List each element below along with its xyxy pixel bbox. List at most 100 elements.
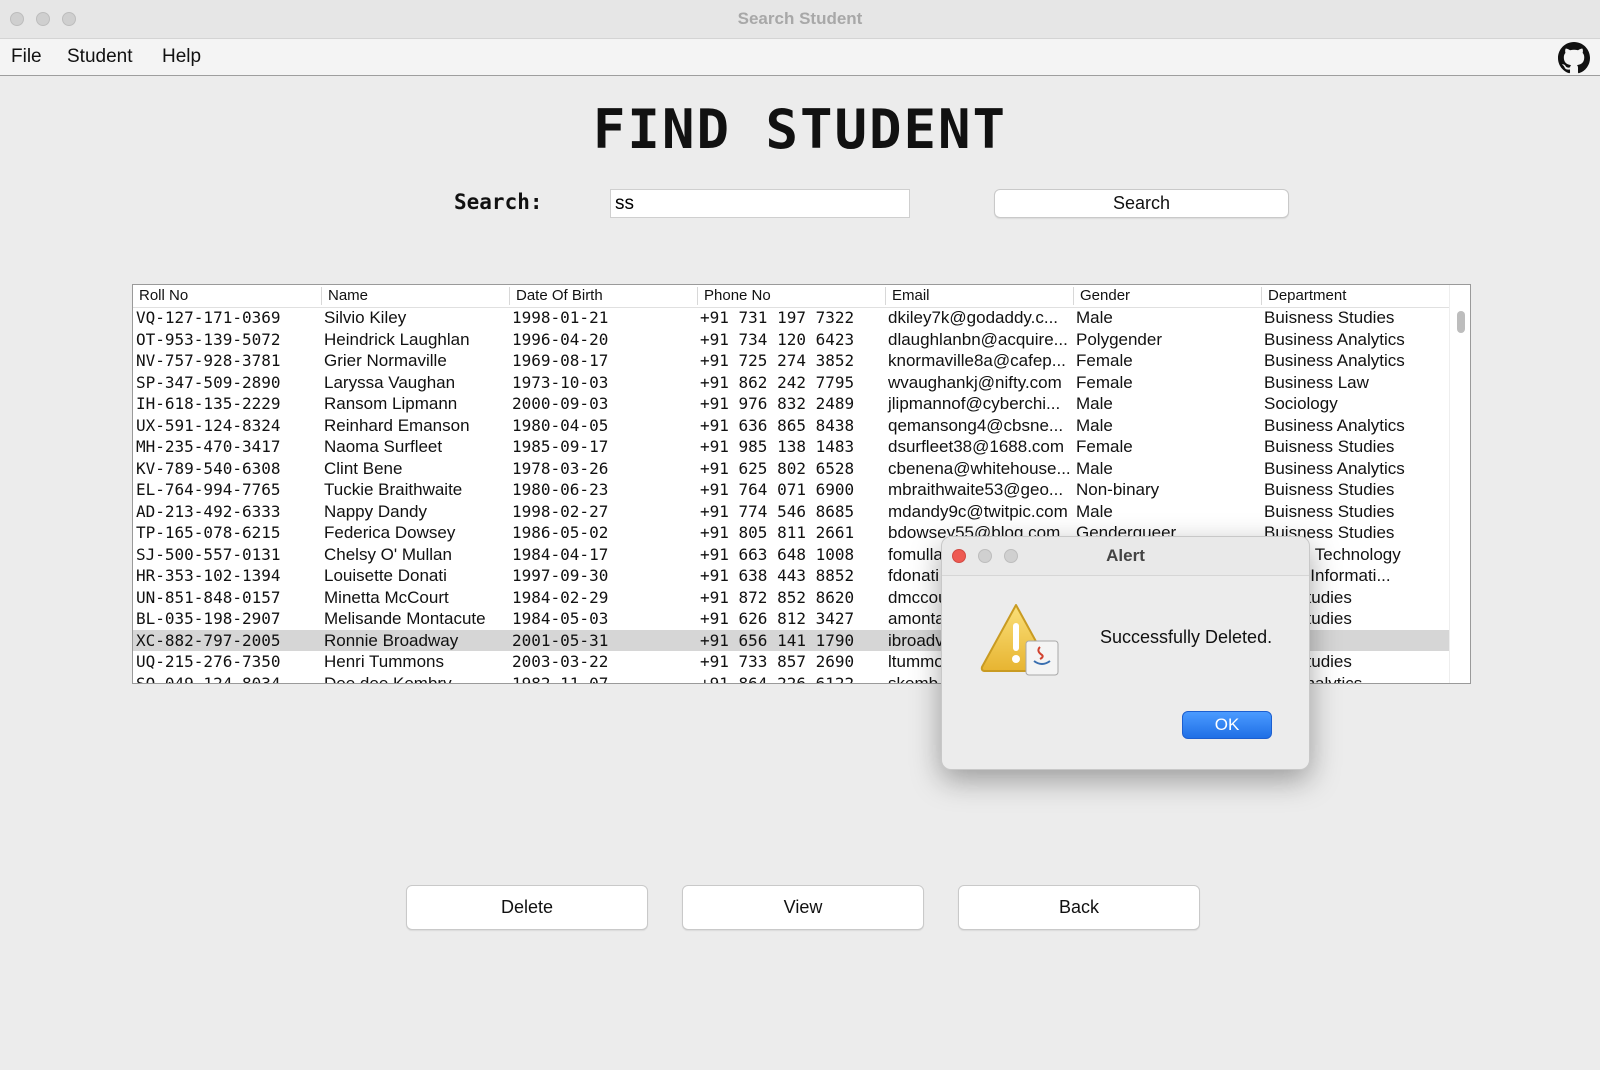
cell-roll-no: SQ-049-124-8034 xyxy=(136,673,281,684)
alert-dialog: Alert Successfully Deleted. OK xyxy=(941,536,1310,770)
cell-dob: 2000-09-03 xyxy=(512,394,609,413)
cell-name: Tuckie Braithwaite xyxy=(324,480,463,499)
cell-name: Henri Tummons xyxy=(324,652,444,671)
column-header-email[interactable]: Email xyxy=(885,287,1073,305)
back-button[interactable]: Back xyxy=(958,885,1200,930)
cell-name: Ronnie Broadway xyxy=(324,630,459,650)
cell-email: dlaughlanbn@acquire... xyxy=(888,329,1068,349)
cell-dob: 1984-05-03 xyxy=(512,609,609,628)
cell-name: Ransom Lipmann xyxy=(324,394,458,413)
cell-dob: 1998-02-27 xyxy=(512,501,609,521)
cell-roll-no: XC-882-797-2005 xyxy=(136,630,281,650)
cell-gender: Polygender xyxy=(1076,329,1163,349)
search-button[interactable]: Search xyxy=(994,189,1289,218)
cell-phone: +91 774 546 8685 xyxy=(700,501,855,521)
cell-dob: 1980-06-23 xyxy=(512,480,609,499)
cell-email: wvaughankj@nifty.com xyxy=(888,372,1062,392)
cell-email: mbraithwaite53@geo... xyxy=(888,480,1064,499)
cell-phone: +91 985 138 1483 xyxy=(700,437,855,456)
cell-department: Buisness Studies xyxy=(1264,308,1395,327)
cell-dob: 1984-04-17 xyxy=(512,544,609,564)
cell-gender: Male xyxy=(1076,501,1113,521)
cell-roll-no: AD-213-492-6333 xyxy=(136,501,281,521)
table-row[interactable]: IH-618-135-2229 Ransom Lipmann 2000-09-03 +… xyxy=(133,393,1450,415)
cell-dob: 1969-08-17 xyxy=(512,351,609,370)
table-row[interactable]: VQ-127-171-0369 Silvio Kiley 1998-01-21 +91… xyxy=(133,307,1450,329)
cell-email: jlipmannof@cyberchi... xyxy=(888,394,1061,413)
cell-email: mdandy9c@twitpic.com xyxy=(888,501,1068,521)
cell-name: Reinhard Emanson xyxy=(324,415,470,435)
cell-phone: +91 734 120 6423 xyxy=(700,329,855,349)
cell-name: Minetta McCourt xyxy=(324,587,449,607)
menu-help[interactable]: Help xyxy=(162,46,201,68)
cell-name: Nappy Dandy xyxy=(324,501,428,521)
cell-name: Heindrick Laughlan xyxy=(324,329,470,349)
cell-name: Clint Bene xyxy=(324,458,403,478)
delete-button[interactable]: Delete xyxy=(406,885,648,930)
cell-roll-no: VQ-127-171-0369 xyxy=(136,308,281,327)
cell-roll-no: EL-764-994-7765 xyxy=(136,480,281,499)
cell-phone: +91 862 242 7795 xyxy=(700,372,855,392)
cell-phone: +91 638 443 8852 xyxy=(700,566,855,585)
cell-phone: +91 625 802 6528 xyxy=(700,458,855,478)
column-header-roll-no[interactable]: Roll No xyxy=(133,287,321,305)
cell-department: Business Analytics xyxy=(1264,329,1405,349)
cell-roll-no: BL-035-198-2907 xyxy=(136,609,281,628)
view-button[interactable]: View xyxy=(682,885,924,930)
table-row[interactable]: OT-953-139-5072 Heindrick Laughlan 1996-04… xyxy=(133,329,1450,351)
cell-gender: Male xyxy=(1076,394,1113,413)
cell-email: cbenena@whitehouse... xyxy=(888,458,1071,478)
table-row[interactable]: EL-764-994-7765 Tuckie Braithwaite 1980-06… xyxy=(133,479,1450,501)
cell-phone: +91 663 648 1008 xyxy=(700,544,855,564)
cell-department: Buisness Studies xyxy=(1264,437,1395,456)
table-row[interactable]: AD-213-492-6333 Nappy Dandy 1998-02-27 +91 … xyxy=(133,501,1450,523)
ok-button[interactable]: OK xyxy=(1182,711,1272,739)
cell-name: Louisette Donati xyxy=(324,566,447,585)
search-input[interactable] xyxy=(610,189,910,218)
cell-phone: +91 864 226 6122 xyxy=(700,673,855,684)
table-scrollbar[interactable] xyxy=(1449,285,1470,683)
cell-roll-no: MH-235-470-3417 xyxy=(136,437,281,456)
column-header-phone[interactable]: Phone No xyxy=(697,287,885,305)
cell-roll-no: KV-789-540-6308 xyxy=(136,458,281,478)
menu-student[interactable]: Student xyxy=(67,46,133,68)
page-title: FIND STUDENT xyxy=(592,98,1008,161)
cell-dob: 1985-09-17 xyxy=(512,437,609,456)
table-row[interactable]: UX-591-124-8324 Reinhard Emanson 1980-04-0… xyxy=(133,415,1450,437)
cell-gender: Non-binary xyxy=(1076,480,1160,499)
cell-gender: Female xyxy=(1076,372,1133,392)
cell-name: Dee dee Kembry xyxy=(324,673,452,684)
cell-dob: 1978-03-26 xyxy=(512,458,609,478)
column-header-gender[interactable]: Gender xyxy=(1073,287,1261,305)
cell-gender: Female xyxy=(1076,437,1133,456)
cell-roll-no: NV-757-928-3781 xyxy=(136,351,281,370)
cell-department: Buisness Studies xyxy=(1264,501,1395,521)
cell-department: Sociology xyxy=(1264,394,1338,413)
table-row[interactable]: MH-235-470-3417 Naoma Surfleet 1985-09-17 +… xyxy=(133,436,1450,458)
menu-file[interactable]: File xyxy=(11,46,42,68)
cell-roll-no: OT-953-139-5072 xyxy=(136,329,281,349)
search-label: Search: xyxy=(454,190,543,214)
window-title: Search Student xyxy=(737,9,863,28)
table-row[interactable]: NV-757-928-3781 Grier Normaville 1969-08-1… xyxy=(133,350,1450,372)
column-header-dob[interactable]: Date Of Birth xyxy=(509,287,697,305)
cell-phone: +91 636 865 8438 xyxy=(700,415,855,435)
cell-department: Business Analytics xyxy=(1264,415,1405,435)
cell-phone: +91 872 852 8620 xyxy=(700,587,855,607)
cell-roll-no: UQ-215-276-7350 xyxy=(136,652,281,671)
cell-roll-no: HR-353-102-1394 xyxy=(136,566,281,585)
cell-roll-no: UX-591-124-8324 xyxy=(136,415,281,435)
cell-dob: 1996-04-20 xyxy=(512,329,609,349)
cell-name: Chelsy O' Mullan xyxy=(324,544,452,564)
cell-dob: 1984-02-29 xyxy=(512,587,609,607)
cell-roll-no: SJ-500-557-0131 xyxy=(136,544,281,564)
cell-phone: +91 764 071 6900 xyxy=(700,480,855,499)
column-header-name[interactable]: Name xyxy=(321,287,509,305)
column-header-department[interactable]: Department xyxy=(1261,287,1450,305)
scrollbar-thumb[interactable] xyxy=(1457,311,1465,333)
table-row[interactable]: KV-789-540-6308 Clint Bene 1978-03-26 +91 6… xyxy=(133,458,1450,480)
window-title-bar: Search Student xyxy=(0,0,1600,39)
table-row[interactable]: SP-347-509-2890 Laryssa Vaughan 1973-10-03… xyxy=(133,372,1450,394)
github-icon[interactable] xyxy=(1558,42,1590,74)
menu-bar: File Student Help xyxy=(0,39,1600,76)
